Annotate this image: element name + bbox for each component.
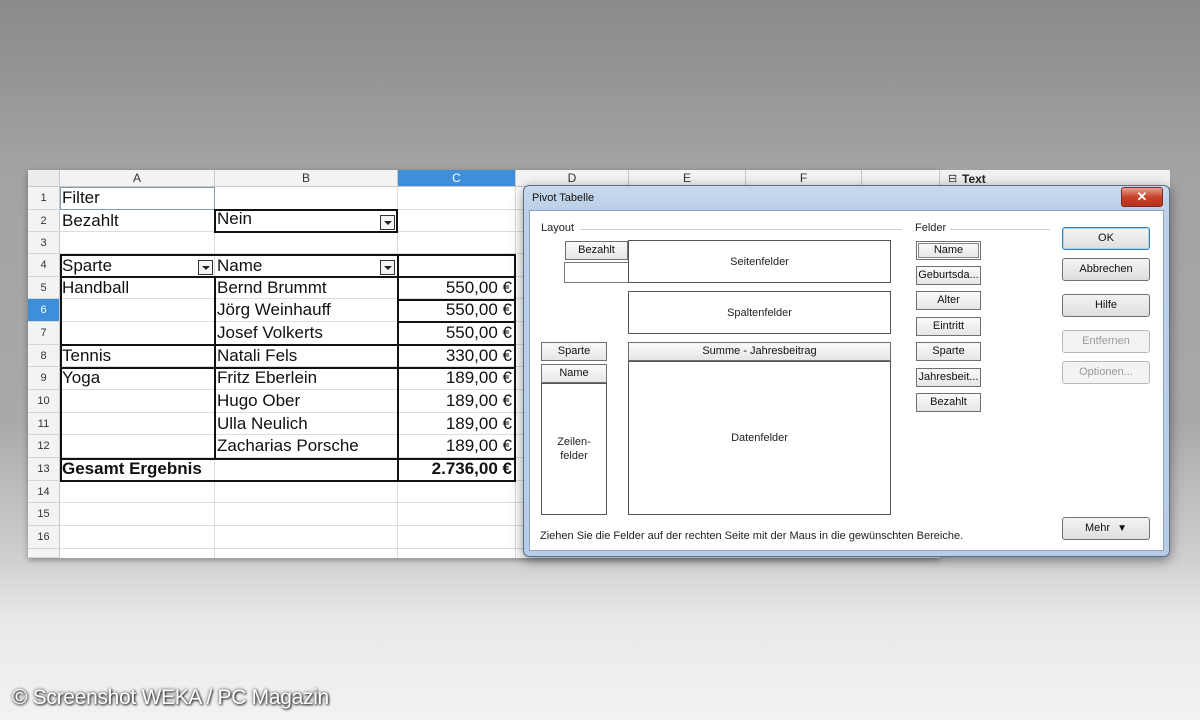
fields-group-line [950, 229, 1050, 230]
field-geburtsdatum[interactable]: Geburtsda... [916, 266, 981, 285]
cell-b8[interactable]: Natali Fels [215, 345, 299, 367]
cell-a5[interactable]: Handball [60, 277, 131, 299]
column-header-a[interactable]: A [60, 170, 215, 187]
row-header-6[interactable]: 6 [28, 299, 60, 322]
cell-a2[interactable]: Bezahlt [60, 210, 121, 232]
row-header-5[interactable]: 5 [28, 277, 60, 299]
cell-c11[interactable]: 189,00 € [398, 413, 514, 435]
filter-dropdown-icon[interactable] [380, 215, 395, 230]
more-button-label: Mehr [1084, 522, 1111, 534]
data-fields-zone[interactable]: Datenfelder [628, 361, 891, 515]
row-header-1[interactable]: 1 [28, 187, 60, 210]
help-button[interactable]: Hilfe [1062, 294, 1150, 317]
field-sparte[interactable]: Sparte [916, 342, 981, 361]
cell-c9[interactable]: 189,00 € [398, 367, 514, 389]
field-eintritt[interactable]: Eintritt [916, 317, 981, 336]
cell-c8[interactable]: 330,00 € [398, 345, 514, 367]
cell-c13[interactable]: 2.736,00 € [398, 458, 514, 480]
cell-b2[interactable]: Nein [215, 208, 254, 230]
field-name[interactable]: Name [916, 241, 981, 260]
more-button[interactable]: Mehr ▼ [1062, 517, 1150, 540]
double-chevron-down-icon: ▼ [1117, 523, 1128, 534]
column-header-b[interactable]: B [215, 170, 398, 187]
column-header-c[interactable]: C [398, 170, 516, 187]
drag-hint: Ziehen Sie die Felder auf der rechten Se… [540, 530, 964, 542]
cell-a9[interactable]: Yoga [60, 367, 102, 389]
row-header-15[interactable]: 15 [28, 503, 60, 526]
cell-c10[interactable]: 189,00 € [398, 390, 514, 412]
row-header-9[interactable]: 9 [28, 367, 60, 390]
options-button[interactable]: Optionen... [1062, 361, 1150, 384]
row-header-14[interactable]: 14 [28, 481, 60, 503]
row-fields-zone[interactable]: Zeilen- felder [541, 383, 607, 515]
row-header-12[interactable]: 12 [28, 435, 60, 458]
layout-label: Layout [541, 222, 575, 234]
row-header-17[interactable] [28, 549, 60, 558]
collapse-icon[interactable]: ⊟ [948, 172, 957, 185]
sparte-dropdown-icon[interactable] [198, 260, 213, 275]
ok-button[interactable]: OK [1062, 227, 1150, 250]
layout-group-line [580, 229, 902, 230]
cell-a4[interactable]: Sparte [60, 255, 114, 277]
field-jahresbeitrag[interactable]: Jahresbeit... [916, 368, 981, 387]
row-field-name[interactable]: Name [541, 364, 607, 383]
page-fields-zone[interactable]: Seitenfelder [628, 240, 891, 283]
close-button[interactable]: ✕ [1121, 187, 1163, 207]
side-panel-label: Text [962, 172, 986, 186]
row-header-16[interactable]: 16 [28, 526, 60, 549]
cell-c7[interactable]: 550,00 € [398, 322, 514, 344]
pivot-table-dialog: Pivot Tabelle ✕ Layout Seitenfelder Beza… [523, 185, 1170, 557]
row-header-10[interactable]: 10 [28, 390, 60, 413]
cell-c6[interactable]: 550,00 € [398, 299, 514, 321]
cell-b7[interactable]: Josef Volkerts [215, 322, 325, 344]
data-fields-label: Datenfelder [731, 432, 788, 444]
row-header-7[interactable]: 7 [28, 322, 60, 345]
row-fields-label: Zeilen- felder [557, 436, 591, 462]
cancel-button[interactable]: Abbrechen [1062, 258, 1150, 281]
cell-b9[interactable]: Fritz Eberlein [215, 367, 319, 389]
dialog-client-area: Layout Seitenfelder Bezahlt Spaltenfelde… [529, 210, 1164, 551]
page-field-bezahlt[interactable]: Bezahlt [565, 241, 628, 260]
select-all-corner[interactable] [28, 170, 60, 187]
field-bezahlt[interactable]: Bezahlt [916, 393, 981, 412]
cell-b4[interactable]: Name [215, 255, 264, 277]
copyright-watermark: © Screenshot WEKA / PC Magazin [12, 686, 329, 709]
name-dropdown-icon[interactable] [380, 260, 395, 275]
row-header-13[interactable]: 13 [28, 458, 60, 481]
cell-b5[interactable]: Bernd Brummt [215, 277, 329, 299]
cell-a1[interactable]: Filter [60, 187, 102, 209]
cell-a13[interactable]: Gesamt Ergebnis [60, 458, 204, 480]
row-header-4[interactable]: 4 [28, 254, 60, 277]
cell-c12[interactable]: 189,00 € [398, 435, 514, 457]
row-header-8[interactable]: 8 [28, 345, 60, 367]
page-fields-label: Seitenfelder [730, 255, 789, 268]
cell-a8[interactable]: Tennis [60, 345, 113, 367]
row-header-3[interactable]: 3 [28, 232, 60, 254]
data-field-sum[interactable]: Summe - Jahresbeitrag [628, 342, 891, 361]
cell-b6[interactable]: Jörg Weinhauff [215, 299, 333, 321]
remove-button[interactable]: Entfernen [1062, 330, 1150, 353]
cell-c5[interactable]: 550,00 € [398, 277, 514, 299]
field-alter[interactable]: Alter [916, 291, 981, 310]
row-field-sparte[interactable]: Sparte [541, 342, 607, 361]
dialog-title: Pivot Tabelle [532, 192, 595, 204]
cell-b12[interactable]: Zacharias Porsche [215, 435, 361, 457]
cell-b10[interactable]: Hugo Ober [215, 390, 302, 412]
column-fields-label: Spaltenfelder [727, 306, 792, 319]
fields-label: Felder [915, 222, 947, 234]
column-fields-zone[interactable]: Spaltenfelder [628, 291, 891, 334]
row-header-11[interactable]: 11 [28, 413, 60, 435]
cell-b11[interactable]: Ulla Neulich [215, 413, 310, 435]
row-header-2[interactable]: 2 [28, 210, 60, 232]
